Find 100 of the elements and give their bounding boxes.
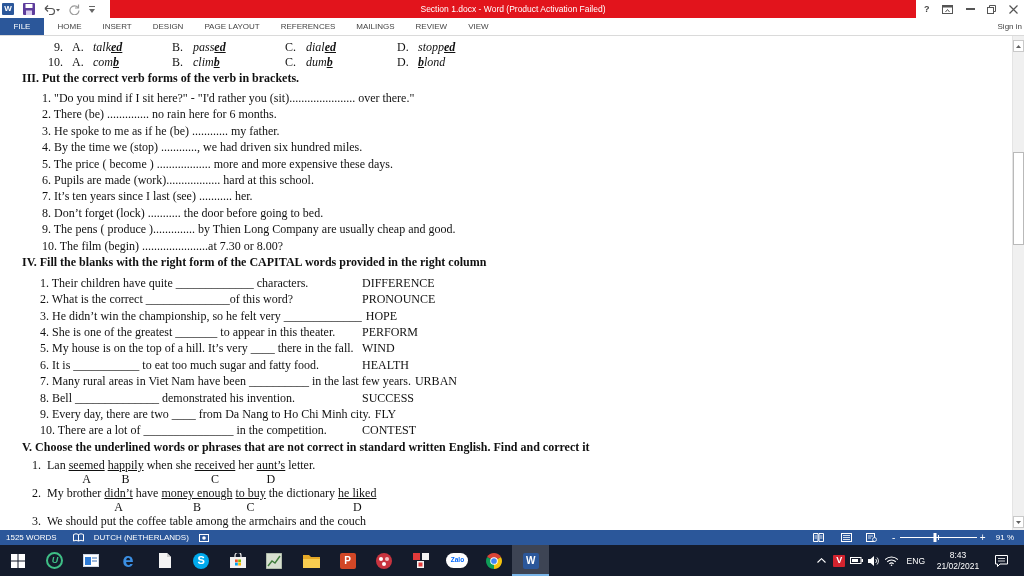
exercise-sentence: 7. It’s ten years since I last (see) ........... her.: [42, 189, 253, 204]
exercise-sentence: 4. She is one of the greatest _______ to appear in this theater.: [40, 324, 336, 341]
folder-icon: [302, 553, 320, 568]
record-icon[interactable]: [198, 533, 209, 542]
clock-date: 21/02/2021: [936, 560, 980, 572]
help-button[interactable]: ?: [924, 3, 930, 15]
taskbar-button[interactable]: W: [512, 545, 549, 576]
window-title: Section 1.docx - Word (Product Activation Failed): [420, 4, 606, 14]
option-word: comb: [93, 55, 119, 70]
clock-time: 8:43: [949, 549, 967, 561]
answer-letter: B: [121, 472, 130, 486]
notification-icon[interactable]: [994, 554, 1008, 567]
page-layout-icon[interactable]: [840, 533, 852, 542]
capital-word: WIND: [362, 340, 395, 357]
answer-letter: A: [113, 500, 124, 514]
exercise-sentence: 1. "Do you mind if I sit here?" - "I'd rather you (sit)...................... over there.": [42, 91, 415, 105]
exercise-sentence: 3. He didn’t win the championship, so he felt very _____________: [40, 307, 362, 325]
ribbon-tab[interactable]: PAGE LAYOUT: [193, 18, 271, 35]
option-word: blond: [418, 55, 446, 70]
minimize-icon[interactable]: [965, 8, 975, 10]
up-triangle-icon: [1016, 44, 1021, 48]
question-number: 10.: [48, 55, 63, 70]
word-count: 1525 WORDS: [6, 533, 57, 542]
ribbon-tab[interactable]: REFERENCES: [270, 18, 346, 35]
exercise-sentence: 9. Every day, there are two ____ from Da Nang to Ho Chi Minh city.: [40, 406, 371, 423]
zoom-in-button[interactable]: +: [978, 532, 987, 543]
ribbon-tab[interactable]: VIEW: [457, 18, 500, 35]
zoom-level[interactable]: 91 %: [995, 533, 1014, 542]
restore-icon[interactable]: [987, 4, 997, 14]
capital-word: HEALTH: [362, 356, 409, 374]
sign-in-link[interactable]: Sign in: [997, 22, 1022, 31]
option-word: dumb: [306, 55, 333, 70]
ribbon-tab[interactable]: MAILINGS: [345, 18, 406, 35]
option-word: dialed: [306, 40, 336, 55]
option-letter: B.: [172, 40, 183, 54]
option-word: talked: [93, 40, 123, 55]
capital-word: PERFORM: [362, 324, 419, 341]
v-tile-icon[interactable]: V: [833, 554, 846, 567]
section-heading: V. Choose the underlined words or phrases that are not correct in standard written English. Find and correct it: [22, 439, 590, 454]
s-circle-icon: S: [193, 552, 210, 569]
open-book-icon[interactable]: [812, 533, 824, 542]
ribbon-tab[interactable]: HOME: [47, 18, 92, 35]
battery-icon[interactable]: [850, 557, 864, 564]
chevron-up-icon[interactable]: [817, 558, 827, 563]
ribbon-display-icon[interactable]: [942, 4, 954, 14]
zoom-slider-thumb[interactable]: [933, 533, 937, 542]
tiles-icon: [412, 553, 429, 568]
answer-letter: D: [265, 472, 276, 486]
capital-word: HOPE: [365, 307, 398, 325]
question-number: 9.: [54, 40, 63, 55]
option-letter: A.: [72, 55, 84, 69]
dotted-circle-icon: [376, 552, 393, 569]
zoom-out-button[interactable]: -: [889, 532, 898, 543]
start-icon: [11, 553, 26, 568]
ribbon-tab[interactable]: REVIEW: [405, 18, 458, 35]
book-icon[interactable]: [72, 533, 84, 542]
page-icon: [158, 553, 171, 568]
exercise-sentence: 10. The film (begin) ......................at 7.30 or 8.00?: [42, 238, 284, 253]
taskbar-button[interactable]: P: [329, 545, 366, 576]
capital-word: DIFFERENCE: [362, 274, 435, 292]
language-indicator[interactable]: DUTCH (NETHERLANDS): [93, 533, 189, 542]
file-tab[interactable]: FILE: [0, 18, 44, 35]
section-heading: IV. Fill the blanks with the right form of the CAPITAL words provided in the right column: [22, 254, 487, 269]
exercise-sentence: 10. There are a lot of _______________ in the competition.: [40, 422, 327, 439]
exercise-sentence: 2. What is the correct ______________of this word?: [40, 291, 294, 308]
option-word: stopped: [418, 40, 456, 55]
option-letter: A.: [72, 40, 84, 54]
exercise-sentence: 8. Bell ______________ demonstrated his invention.: [40, 389, 295, 407]
answer-letter: A: [81, 472, 92, 486]
exercise-sentence: 7. Many rural areas in Viet Nam have been __________ in the last few years.: [40, 373, 411, 390]
window-icon: [83, 554, 100, 567]
exercise-sentence: 3. We should put the coffee table among the armchairs and the couch: [32, 513, 367, 528]
scrollbar-thumb[interactable]: [1013, 152, 1024, 245]
ribbon-tab[interactable]: DESIGN: [142, 18, 194, 35]
taskbar-button[interactable]: e: [109, 545, 147, 576]
web-layout-icon[interactable]: [865, 533, 877, 542]
w-tile-icon: W: [2, 3, 14, 15]
exercise-sentence: 1. Lan seemed happily when she received her aunt’s letter.: [32, 457, 316, 472]
speaker-icon[interactable]: [868, 555, 881, 566]
exercise-sentence: 5. My house is on the top of a hill. It’s very ____ there in the fall.: [40, 340, 354, 357]
close-icon[interactable]: [1009, 4, 1018, 14]
capital-word: CONTEST: [362, 422, 416, 439]
answer-letter: B: [192, 500, 201, 514]
customize-caret-icon[interactable]: [89, 5, 95, 13]
exercise-sentence: 3. He spoke to me as if he (be) ............ my father.: [42, 123, 280, 138]
input-language[interactable]: ENG: [906, 555, 925, 566]
undo-icon[interactable]: [44, 3, 60, 15]
answer-letter: C: [245, 500, 255, 514]
scroll-up-button[interactable]: [1013, 40, 1024, 52]
capital-word: FLY: [374, 406, 397, 423]
e-letter-icon: e: [122, 553, 134, 568]
circle-logo-icon: [486, 552, 502, 569]
exercise-sentence: 6. Pupils are made (work).................. hard at this school.: [42, 172, 314, 187]
scroll-down-button[interactable]: [1013, 516, 1024, 528]
ribbon-tab[interactable]: INSERT: [92, 18, 143, 35]
redo-icon[interactable]: [69, 3, 80, 15]
taskbar-button[interactable]: U: [36, 545, 74, 576]
wifi-icon[interactable]: [885, 555, 899, 566]
option-letter: C.: [285, 55, 296, 69]
save-icon[interactable]: [23, 3, 35, 15]
